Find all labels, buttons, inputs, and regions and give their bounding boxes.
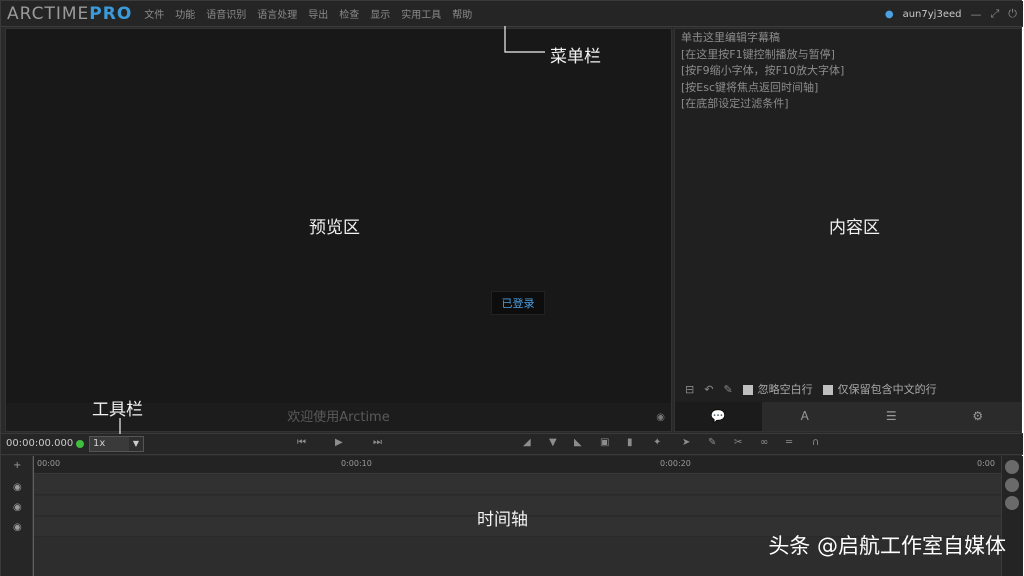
menu-function[interactable]: 功能 bbox=[175, 6, 195, 21]
content-line: [在这里按F1键控制播放与暂停] bbox=[681, 47, 835, 61]
label-menubar: 菜单栏 bbox=[550, 47, 601, 67]
mark-out-icon[interactable]: ◣ bbox=[574, 437, 582, 448]
minimize-icon[interactable]: — bbox=[970, 8, 981, 21]
menu-display[interactable]: 显示 bbox=[370, 6, 390, 21]
subtitle-text-area[interactable]: 单击这里编辑字幕稿 [在这里按F1键控制播放与暂停] [按F9缩小字体，按F10… bbox=[675, 29, 1021, 113]
label-timeline: 时间轴 bbox=[477, 510, 528, 530]
wand-icon[interactable]: ✦ bbox=[653, 437, 661, 448]
keep-chinese-checkbox[interactable]: 仅保留包含中文的行 bbox=[822, 381, 937, 397]
skip-back-icon[interactable]: ⏮ bbox=[297, 437, 306, 448]
ruler-label: 0:00:10 bbox=[341, 459, 372, 468]
tab-font-icon[interactable]: A bbox=[762, 402, 849, 431]
content-line: [在底部设定过滤条件] bbox=[681, 97, 789, 110]
tab-list-icon[interactable]: ☰ bbox=[848, 402, 935, 431]
menu-check[interactable]: 检查 bbox=[339, 6, 359, 21]
ruler-label: 00:00 bbox=[37, 459, 61, 468]
zoom-knob-icon[interactable] bbox=[1005, 460, 1019, 474]
checkbox-box[interactable] bbox=[742, 385, 753, 395]
username[interactable]: aun7yj3eed bbox=[903, 9, 962, 20]
label-content: 内容区 bbox=[829, 218, 880, 238]
undo-icon[interactable]: ↶ bbox=[704, 383, 713, 396]
label-preview: 预览区 bbox=[309, 218, 360, 238]
menu-utilities[interactable]: 实用工具 bbox=[401, 6, 441, 21]
eye-icon[interactable]: ◉ bbox=[656, 412, 665, 423]
menubar-callout-line bbox=[504, 26, 545, 53]
skip-forward-icon[interactable]: ⏭ bbox=[373, 437, 382, 448]
timeline-track[interactable] bbox=[33, 475, 1001, 495]
tab-settings-icon[interactable]: ⚙ bbox=[935, 402, 1022, 431]
play-icon[interactable]: ▶ bbox=[335, 437, 343, 448]
menu-help[interactable]: 帮助 bbox=[452, 6, 472, 21]
link-icon[interactable]: ∞ bbox=[760, 437, 768, 448]
magnet-icon[interactable]: ∩ bbox=[812, 437, 819, 448]
content-options: ⊟ ↶ ✎ 忽略空白行 仅保留包含中文的行 bbox=[675, 377, 1021, 401]
menu-file[interactable]: 文件 bbox=[144, 6, 164, 21]
ripple-icon[interactable]: ═ bbox=[786, 437, 792, 448]
ruler-label: 0:00:20 bbox=[660, 459, 691, 468]
logo-main-text: ARCTIME bbox=[7, 3, 90, 24]
cursor-icon[interactable]: ➤ bbox=[682, 437, 690, 448]
label-toolbar: 工具栏 bbox=[92, 400, 143, 420]
power-icon[interactable]: ⏻ bbox=[1008, 7, 1017, 21]
user-icon[interactable]: ● bbox=[885, 9, 894, 20]
zoom-knob-icon[interactable] bbox=[1005, 496, 1019, 510]
status-dot bbox=[76, 440, 84, 448]
content-tabs: 💬 A ☰ ⚙ bbox=[675, 402, 1021, 431]
content-line[interactable]: 单击这里编辑字幕稿 bbox=[675, 30, 1021, 47]
watermark: 头条 @启航工作室自媒体 bbox=[768, 534, 1006, 558]
tab-subtitles-chat-icon[interactable]: 💬 bbox=[675, 402, 762, 431]
timecode: 00:00:00.000 bbox=[6, 438, 74, 449]
menu-language-processing[interactable]: 语言处理 bbox=[257, 6, 297, 21]
eye-icon[interactable]: ◉ bbox=[13, 502, 22, 513]
playhead[interactable] bbox=[33, 456, 34, 576]
checkbox-box[interactable] bbox=[822, 385, 833, 395]
menubar-right: ● aun7yj3eed — ⤢ ⏻ bbox=[885, 1, 1017, 27]
pencil-icon[interactable]: ✎ bbox=[723, 383, 732, 396]
eye-icon[interactable]: ◉ bbox=[13, 522, 22, 533]
scissors-icon[interactable]: ✂ bbox=[734, 437, 742, 448]
menu-export[interactable]: 导出 bbox=[308, 6, 328, 21]
chevron-down-icon[interactable]: ▼ bbox=[129, 437, 143, 451]
camera-icon[interactable]: ▣ bbox=[600, 437, 609, 448]
logged-in-badge: 已登录 bbox=[491, 291, 545, 315]
content-line: [按F9缩小字体，按F10放大字体] bbox=[681, 64, 845, 77]
keep-chinese-label: 仅保留包含中文的行 bbox=[837, 383, 937, 396]
expand-icon[interactable]: ⊟ bbox=[685, 383, 694, 396]
zoom-knob-icon[interactable] bbox=[1005, 478, 1019, 492]
maximize-icon[interactable]: ⤢ bbox=[990, 7, 999, 21]
eye-icon[interactable]: ◉ bbox=[13, 482, 22, 493]
bookmark-icon[interactable]: ▮ bbox=[627, 437, 633, 448]
marker-icon[interactable]: ▼ bbox=[549, 437, 557, 448]
menu-speech-recognition[interactable]: 语音识别 bbox=[206, 6, 246, 21]
add-track-icon[interactable]: + bbox=[13, 460, 21, 471]
timeline-ruler[interactable]: 00:00 0:00:10 0:00:20 0:00 bbox=[33, 456, 1001, 474]
content-line: [按Esc键将焦点返回时间轴] bbox=[681, 80, 819, 94]
edit-icon[interactable]: ✎ bbox=[708, 437, 716, 448]
speed-select[interactable]: 1x ▼ bbox=[89, 436, 144, 452]
timeline-track-controls: + ◉ ◉ ◉ bbox=[1, 456, 33, 576]
ignore-empty-label: 忽略空白行 bbox=[757, 383, 813, 396]
toolbar-callout-line bbox=[119, 418, 121, 434]
ruler-label: 0:00 bbox=[977, 459, 995, 468]
mark-in-icon[interactable]: ◢ bbox=[523, 437, 531, 448]
logo-pro-text: PRO bbox=[89, 3, 133, 24]
toolbar: 00:00:00.000 1x ▼ ⏮ ▶ ⏭ ◢ ▼ ◣ ▣ ▮ ✦ ➤ ✎ … bbox=[1, 433, 1023, 455]
ignore-empty-checkbox[interactable]: 忽略空白行 bbox=[742, 381, 813, 397]
arctime-window: ARCTIMEPRO 文件 功能 语音识别 语言处理 导出 检查 显示 实用工具… bbox=[0, 0, 1023, 576]
speed-value: 1x bbox=[93, 438, 106, 449]
app-logo: ARCTIMEPRO bbox=[7, 1, 132, 27]
